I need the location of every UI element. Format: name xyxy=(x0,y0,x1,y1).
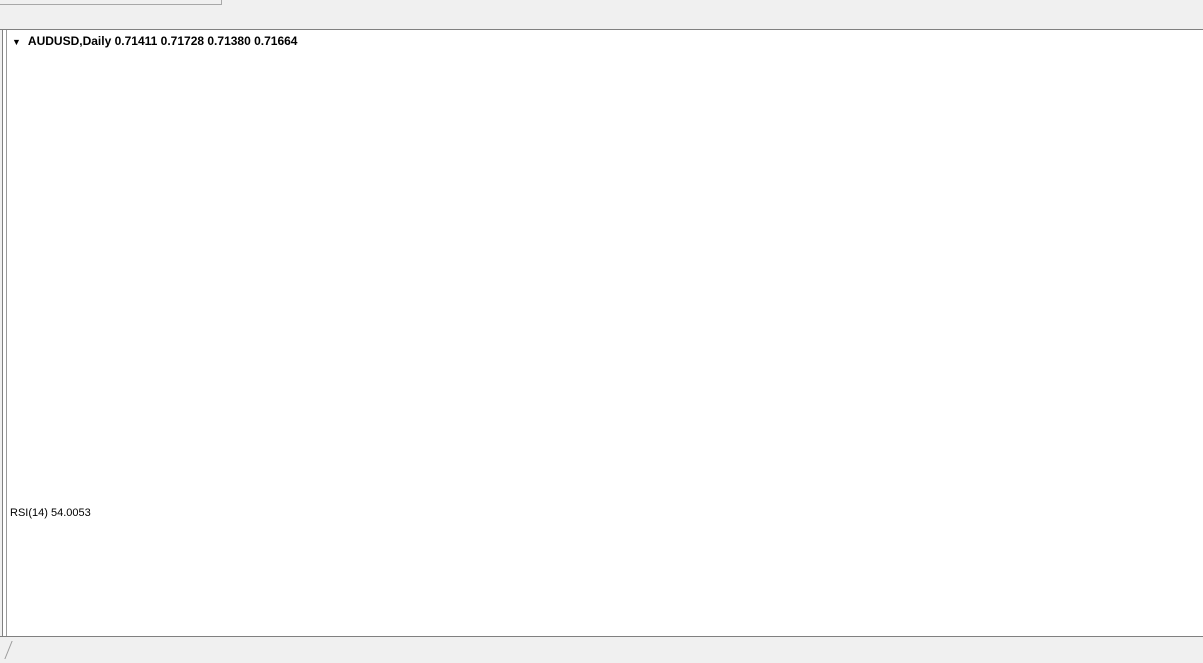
symbol-tabbar xyxy=(0,636,1203,663)
chart-canvas[interactable] xyxy=(0,0,1203,663)
chart-title: ▼ AUDUSD,Daily 0.71411 0.71728 0.71380 0.… xyxy=(12,34,297,48)
rsi-indicator-label: RSI(14) 54.0053 xyxy=(10,507,91,519)
chart-dropdown-icon[interactable]: ▼ xyxy=(12,37,21,47)
tab-stub xyxy=(0,641,13,659)
chart-symbol-label: AUDUSD,Daily xyxy=(28,34,111,48)
chart-ohlc-values: 0.71411 0.71728 0.71380 0.71664 xyxy=(115,34,298,48)
